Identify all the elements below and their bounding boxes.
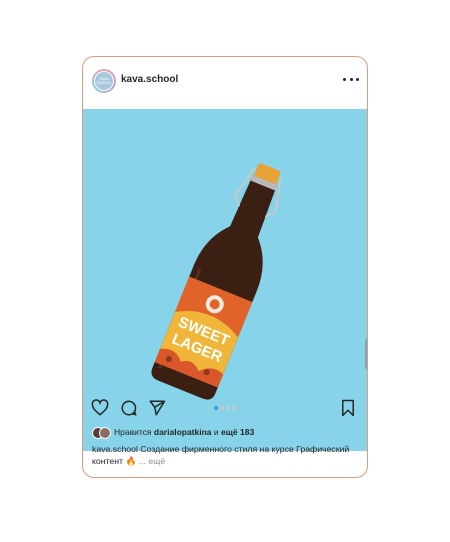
liker-avatars [92,427,112,439]
liker-username[interactable]: darialopatkina [154,427,212,437]
carousel-indicator [214,406,236,410]
likes-prefix: Нравится [114,427,152,437]
caption-ellipsis: ... [138,456,146,466]
caption-username[interactable]: kava.school [92,444,138,454]
share-icon[interactable] [148,399,166,417]
heart-icon[interactable] [91,399,109,417]
liker-avatar[interactable] [99,427,111,439]
avatar-logo-text: KAVA SCHOOL [94,71,114,91]
likes-count[interactable]: ещё 183 [221,427,254,437]
likes-text: Нравится darialopatkina и ещё 183 [114,427,254,437]
post-username[interactable]: kava.school [121,74,178,85]
post-actions [83,399,367,423]
fire-emoji-icon: 🔥 [125,456,137,466]
post-caption: kava.school Создание фирменного стиля на… [92,443,364,467]
carousel-dot [226,406,230,410]
profile-avatar[interactable]: KAVA SCHOOL [92,69,116,93]
likes-row: Нравится darialopatkina и ещё 183 [92,426,362,440]
carousel-dot [232,406,236,410]
bookmark-icon[interactable] [339,399,357,417]
comment-icon[interactable] [120,399,138,417]
post-header: KAVA SCHOOL kava.school [83,57,367,107]
instagram-post-card: KAVA SCHOOL kava.school SWEET LAGER Нрав… [82,56,368,478]
likes-connector: и [213,427,219,437]
more-icon[interactable] [343,73,359,85]
carousel-dot [214,406,218,410]
carousel-dot [220,406,224,410]
caption-more-link[interactable]: ещё [148,456,165,466]
